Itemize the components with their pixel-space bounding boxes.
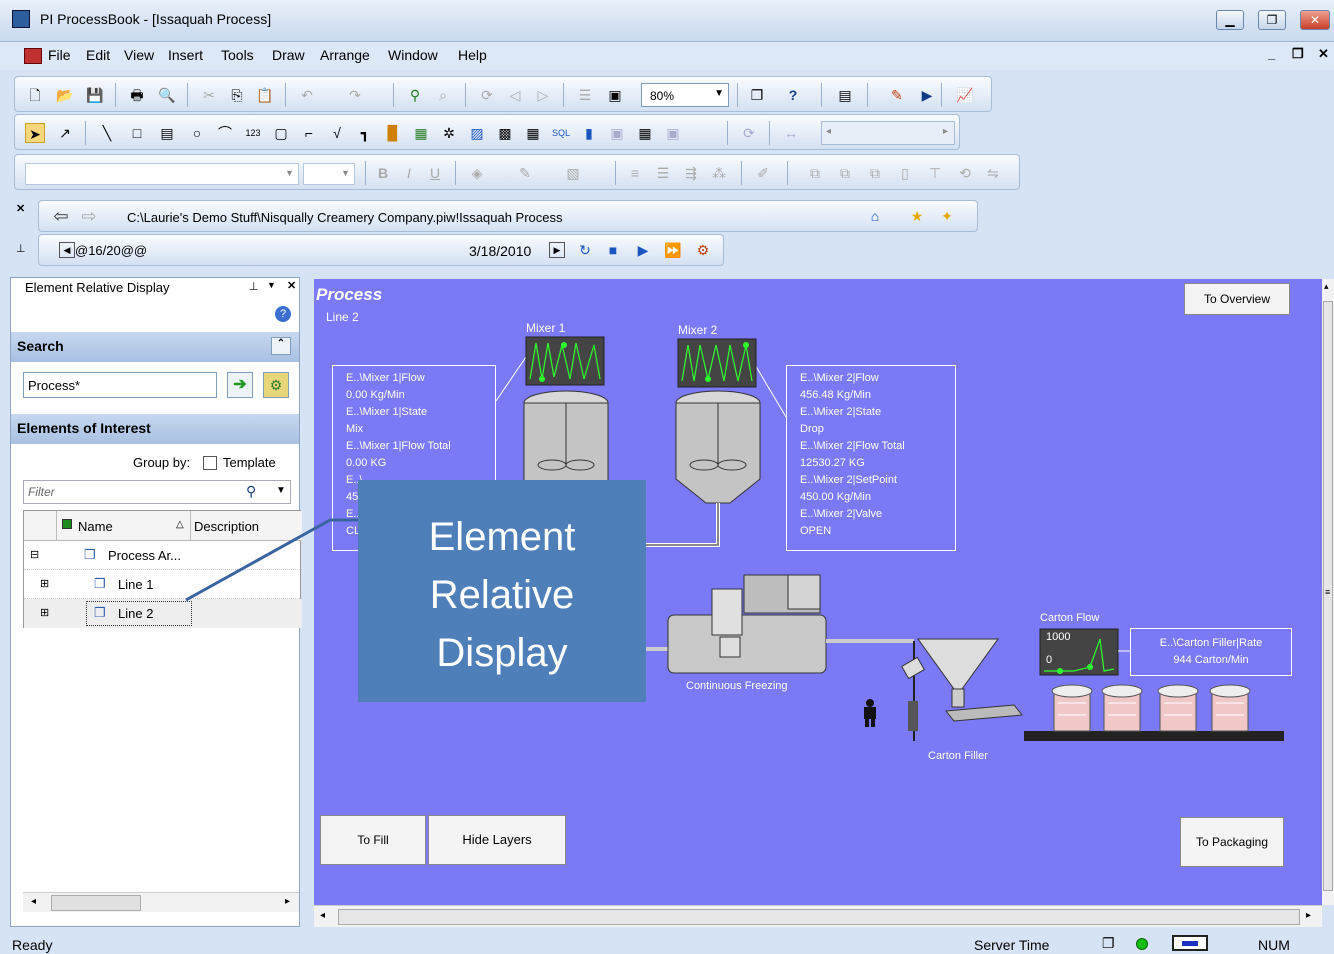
display-mode-icon	[1172, 935, 1208, 951]
window-mode-icon: ❐	[1102, 935, 1115, 951]
connection-status-icon	[1136, 938, 1148, 950]
status-text: Ready	[12, 937, 53, 953]
num-lock-indicator: NUM	[1258, 937, 1290, 953]
element-relative-display-callout: Element Relative Display	[358, 480, 646, 702]
status-bar: Ready Server Time ❐ NUM	[0, 932, 1334, 954]
server-time-label: Server Time	[974, 937, 1050, 953]
callout-pointer	[185, 518, 358, 602]
